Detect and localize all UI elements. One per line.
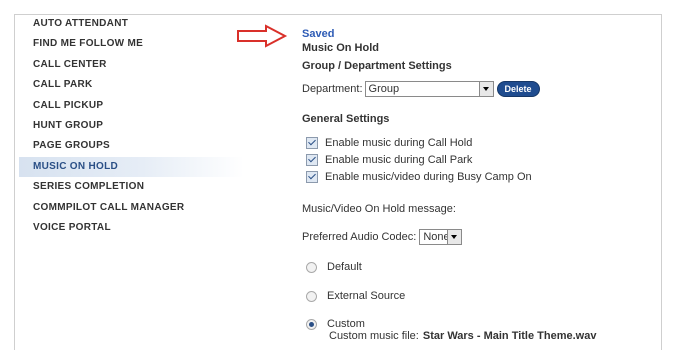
sidebar-item-call-park[interactable]: CALL PARK — [19, 75, 244, 95]
chevron-down-icon[interactable] — [447, 230, 462, 244]
custom-file-row: Custom music file: Star Wars - Main Titl… — [302, 330, 596, 343]
custom-option[interactable]: Custom Custom music file: Star Wars - Ma… — [302, 318, 596, 343]
call-park-option[interactable]: Enable music during Call Park — [302, 151, 642, 168]
saved-status: Saved — [302, 28, 335, 40]
call-park-label: Enable music during Call Park — [325, 153, 473, 166]
default-radio[interactable] — [306, 261, 317, 273]
codec-label: Preferred Audio Codec: — [302, 231, 417, 243]
sidebar-item-series-completion[interactable]: SERIES COMPLETION — [19, 177, 244, 197]
sidebar-item-find-me-follow-me[interactable]: FIND ME FOLLOW ME — [19, 34, 244, 54]
checkbox-list: Enable music during Call Hold Enable mus… — [302, 134, 642, 185]
call-hold-checkbox[interactable] — [306, 136, 318, 149]
call-hold-label: Enable music during Call Hold — [325, 136, 473, 149]
default-label: Default — [327, 261, 362, 273]
call-hold-option[interactable]: Enable music during Call Hold — [302, 134, 642, 151]
sidebar-item-page-groups[interactable]: PAGE GROUPS — [19, 136, 244, 156]
sidebar-item-auto-attendant[interactable]: AUTO ATTENDANT — [19, 14, 244, 34]
default-option[interactable]: Default — [302, 261, 362, 273]
busy-camp-on-label: Enable music/video during Busy Camp On — [325, 170, 532, 183]
sidebar-item-commpilot-call-manager[interactable]: COMMPILOT CALL MANAGER — [19, 198, 244, 218]
custom-file-label: Custom music file: — [329, 330, 419, 342]
external-source-radio[interactable] — [306, 290, 317, 302]
codec-row: Preferred Audio Codec: None — [302, 229, 463, 245]
custom-file-value: Star Wars - Main Title Theme.wav — [422, 330, 597, 342]
sidebar-item-call-center[interactable]: CALL CENTER — [19, 55, 244, 75]
external-source-label: External Source — [327, 290, 406, 302]
custom-radio[interactable] — [306, 318, 317, 330]
department-label: Department: — [302, 83, 363, 95]
sidebar-item-hunt-group[interactable]: HUNT GROUP — [19, 116, 244, 136]
sidebar-item-call-pickup[interactable]: CALL PICKUP — [19, 96, 244, 116]
department-row: Department: Group Delete — [302, 81, 540, 97]
custom-label: Custom — [327, 318, 365, 330]
sidebar: AUTO ATTENDANT FIND ME FOLLOW ME CALL CE… — [19, 14, 244, 238]
sidebar-item-music-on-hold[interactable]: MUSIC ON HOLD — [19, 156, 244, 178]
sidebar-item-voice-portal[interactable]: VOICE PORTAL — [19, 218, 244, 238]
arrow-right-icon — [237, 24, 288, 48]
department-value: Group — [368, 83, 400, 95]
codec-value: None — [423, 231, 450, 243]
page-title: Music On Hold — [302, 42, 379, 54]
call-park-checkbox[interactable] — [306, 153, 318, 166]
delete-button[interactable]: Delete — [496, 81, 540, 97]
chevron-down-icon[interactable] — [478, 82, 493, 96]
busy-camp-on-checkbox[interactable] — [306, 170, 318, 183]
message-label: Music/Video On Hold message: — [302, 203, 456, 215]
busy-camp-on-option[interactable]: Enable music/video during Busy Camp On — [302, 168, 642, 185]
group-settings-heading: Group / Department Settings — [302, 60, 452, 72]
department-select[interactable]: Group — [364, 81, 494, 97]
custom-radio-row[interactable]: Custom — [302, 318, 596, 330]
general-settings-heading: General Settings — [302, 113, 390, 125]
external-source-option[interactable]: External Source — [302, 290, 405, 302]
codec-select[interactable]: None — [419, 229, 463, 245]
